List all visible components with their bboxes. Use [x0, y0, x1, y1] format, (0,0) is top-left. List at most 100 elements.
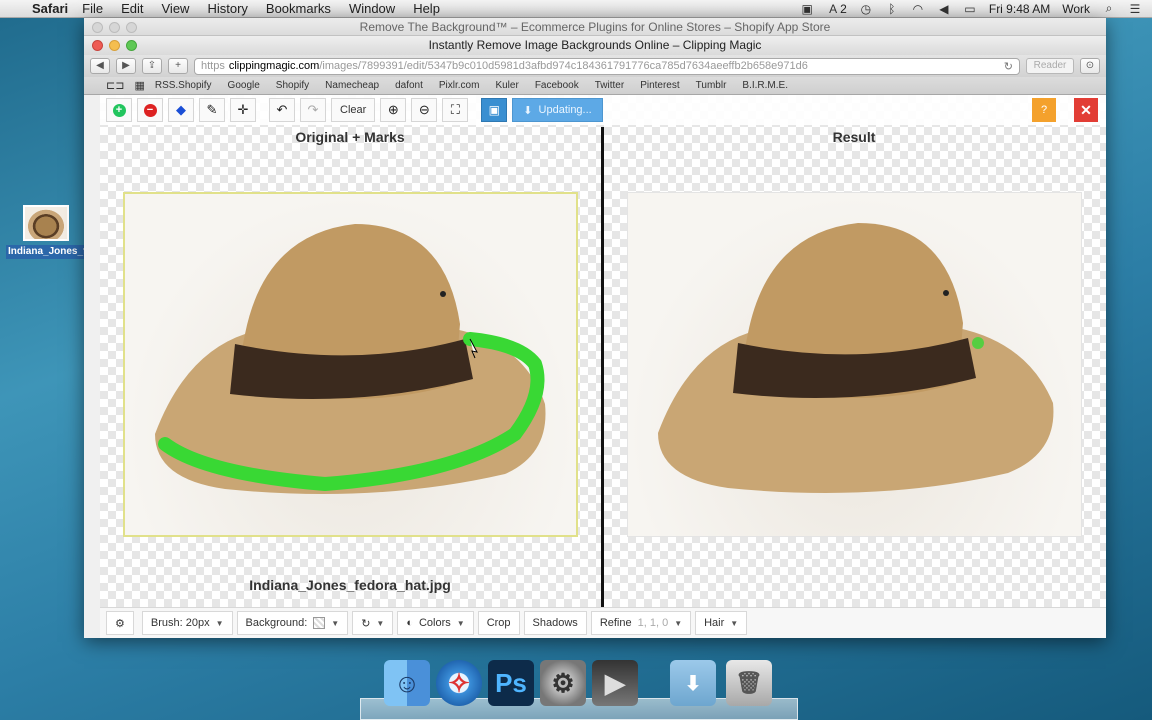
window-zoom-icon[interactable] [126, 40, 137, 51]
zoom-in-icon: ⊕ [387, 102, 399, 117]
volume-icon[interactable]: ◀ [937, 2, 951, 16]
share-button[interactable]: ⇪ [142, 58, 162, 74]
wifi-icon[interactable]: ◠ [911, 2, 925, 16]
hair-dropdown[interactable]: Hair ▼ [695, 611, 748, 635]
hat-image-result [658, 223, 1054, 493]
bookmark-pinterest[interactable]: Pinterest [640, 80, 679, 91]
downloads-folder-icon[interactable]: ⬇ [670, 660, 716, 706]
redo-button[interactable]: ↷ [300, 98, 326, 122]
crop-button[interactable]: Crop [477, 611, 520, 635]
window-controls [92, 40, 137, 51]
menu-edit[interactable]: Edit [121, 1, 143, 16]
original-pane-title: Original + Marks [295, 129, 405, 145]
bookmark-shopify[interactable]: Shopify [276, 80, 309, 91]
fit-screen-button[interactable]: ⛶ [442, 98, 469, 122]
background-window-controls [92, 22, 137, 33]
zoom-out-icon: ⊖ [418, 102, 430, 117]
top-sites-icon[interactable]: ▦ [134, 79, 144, 92]
bookmark-birme[interactable]: B.I.R.M.E. [742, 80, 788, 91]
bg-zoom-icon[interactable] [126, 22, 137, 33]
bookmark-namecheap[interactable]: Namecheap [325, 80, 379, 91]
battery-icon[interactable]: ▭ [963, 2, 977, 16]
clock[interactable]: Fri 9:48 AM [989, 2, 1050, 16]
zoom-in-button[interactable]: ⊕ [380, 98, 407, 122]
bookmark-facebook[interactable]: Facebook [535, 80, 579, 91]
bookmark-twitter[interactable]: Twitter [595, 80, 624, 91]
shadows-button[interactable]: Shadows [523, 611, 587, 635]
bookmark-tumblr[interactable]: Tumblr [696, 80, 727, 91]
help-button[interactable]: ? [1032, 98, 1056, 122]
address-bar[interactable]: https clippingmagic.com /images/7899391/… [194, 57, 1020, 75]
facetime-camera-icon[interactable]: ▣ [800, 2, 814, 16]
trash-icon[interactable]: 🗑 [726, 660, 772, 706]
refine-dropdown[interactable]: Refine 1, 1, 0 ▼ [590, 611, 692, 635]
original-image-canvas[interactable] [123, 192, 578, 537]
desktop-file-icon[interactable]: Indiana_Jones_fedora_hat.jpg [6, 205, 152, 259]
keep-marker-button[interactable]: + [106, 98, 132, 122]
downloads-button[interactable]: ⊙ [1080, 58, 1100, 74]
bg-close-icon[interactable] [92, 22, 103, 33]
zoom-out-button[interactable]: ⊖ [411, 98, 438, 122]
bookmark-google[interactable]: Google [228, 80, 260, 91]
clear-button[interactable]: Clear [331, 98, 376, 122]
scalpel-tool-button[interactable]: ✎ [199, 98, 225, 122]
reload-icon[interactable]: ↻ [1004, 60, 1013, 73]
user-menu[interactable]: Work [1062, 2, 1090, 16]
save-icon: ▣ [488, 103, 500, 117]
undo-button[interactable]: ↶ [269, 98, 295, 122]
clipping-magic-editor: + − ◆ ✎ ✛ ↶ ↷ Clear ⊕ ⊖ ⛶ ▣ ⬇ Updating..… [100, 95, 1106, 638]
bg-minimize-icon[interactable] [109, 22, 120, 33]
menu-history[interactable]: History [207, 1, 247, 16]
bluetooth-icon[interactable]: ᛒ [885, 2, 899, 16]
reading-list-icon[interactable]: ⊏⊐ [106, 79, 124, 92]
settings-button[interactable]: ⚙ [106, 611, 134, 635]
chevron-down-icon: ▼ [674, 618, 683, 628]
bookmark-pixlr[interactable]: Pixlr.com [439, 80, 480, 91]
hair-marker-button[interactable]: ◆ [168, 98, 194, 122]
add-bookmark-button[interactable]: + [168, 58, 188, 74]
bookmark-rss-shopify[interactable]: RSS.Shopify [155, 80, 212, 91]
photo-booth-icon[interactable]: ▶ [592, 660, 638, 706]
desktop-file-label: Indiana_Jones_fedora_hat.jpg [6, 245, 152, 259]
pan-tool-button[interactable]: ✛ [230, 98, 256, 122]
close-editor-button[interactable]: ✕ [1074, 98, 1098, 122]
spotlight-search-icon[interactable]: ⌕ [1102, 1, 1116, 16]
bookmark-dafont[interactable]: dafont [395, 80, 423, 91]
background-dropdown[interactable]: Background: ▼ [236, 611, 349, 635]
colors-dropdown[interactable]: ◐ Colors ▼ [397, 611, 474, 635]
reader-button[interactable]: Reader [1026, 58, 1074, 74]
rotate-icon: ↻ [361, 617, 371, 630]
updating-label: Updating... [538, 104, 592, 116]
menu-app-name[interactable]: Safari [32, 1, 68, 16]
menu-window[interactable]: Window [349, 1, 395, 16]
background-label: Background: [245, 617, 308, 629]
brush-size-dropdown[interactable]: Brush: 20px ▼ [141, 611, 233, 635]
system-preferences-icon[interactable]: ⚙ [540, 660, 586, 706]
result-image-canvas[interactable] [627, 192, 1082, 537]
diamond-icon: ◆ [176, 102, 186, 117]
refine-label: Refine [599, 617, 632, 629]
menu-view[interactable]: View [162, 1, 190, 16]
image-filename: Indiana_Jones_fedora_hat.jpg [249, 577, 451, 593]
menu-bookmarks[interactable]: Bookmarks [266, 1, 331, 16]
safari-icon[interactable]: ✧ [436, 660, 482, 706]
rotate-dropdown[interactable]: ↻ ▼ [352, 611, 394, 635]
save-button[interactable]: ▣ [481, 98, 508, 122]
time-machine-icon[interactable]: ◷ [859, 2, 873, 16]
window-title: Instantly Remove Image Backgrounds Onlin… [428, 38, 762, 52]
window-close-icon[interactable] [92, 40, 103, 51]
download-updating-button[interactable]: ⬇ Updating... [512, 98, 603, 122]
bookmark-kuler[interactable]: Kuler [495, 80, 518, 91]
adobe-badge[interactable]: A2 [826, 2, 847, 16]
finder-icon[interactable]: ☺ [384, 660, 430, 706]
background-window-title: Remove The Background™ – Ecommerce Plugi… [84, 18, 1106, 36]
pane-divider[interactable] [601, 127, 604, 607]
notification-center-icon[interactable]: ☰ [1128, 2, 1142, 16]
forward-button[interactable]: ▶ [116, 58, 136, 74]
back-button[interactable]: ◀ [90, 58, 110, 74]
remove-marker-button[interactable]: − [137, 98, 163, 122]
photoshop-icon[interactable]: Ps [488, 660, 534, 706]
menu-file[interactable]: File [82, 1, 103, 16]
window-minimize-icon[interactable] [109, 40, 120, 51]
menu-help[interactable]: Help [413, 1, 440, 16]
